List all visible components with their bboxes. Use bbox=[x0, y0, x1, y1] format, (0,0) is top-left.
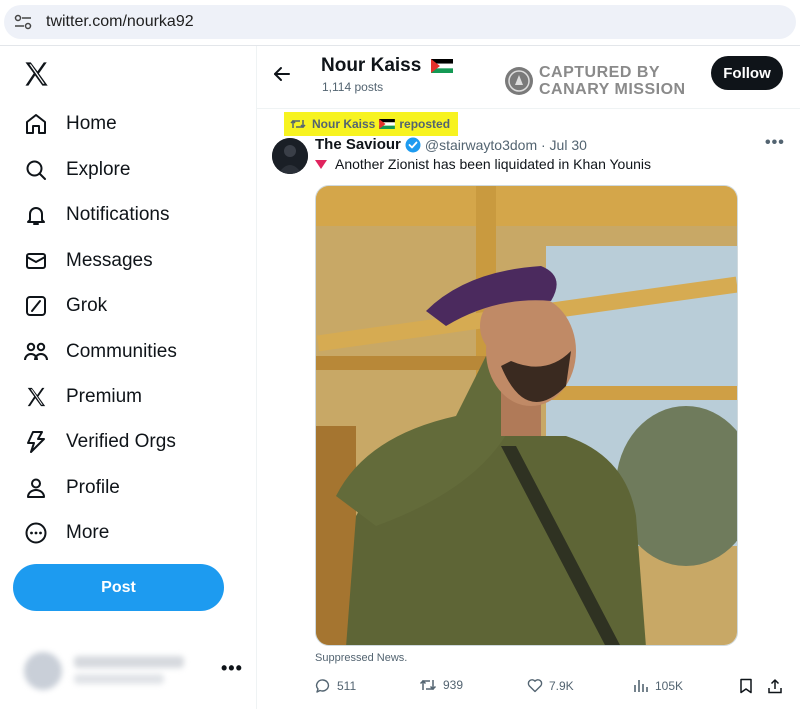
url-field[interactable]: twitter.com/nourka92 bbox=[4, 5, 796, 39]
lightning-icon bbox=[22, 428, 50, 456]
tweet-text-content: Another Zionist has been liquidated in K… bbox=[335, 156, 652, 172]
nav-premium-label: Premium bbox=[66, 386, 143, 407]
tweet-author-handle[interactable]: @stairwayto3dom · Jul 30 bbox=[425, 137, 587, 153]
reply-icon bbox=[315, 679, 330, 693]
nav-premium[interactable]: Premium bbox=[22, 377, 142, 417]
repost-user[interactable]: Nour Kaiss bbox=[312, 117, 375, 131]
views-count: 105K bbox=[655, 679, 684, 693]
tweet-more-icon[interactable]: ••• bbox=[765, 134, 785, 152]
bell-icon bbox=[22, 201, 50, 229]
post-button[interactable]: Post bbox=[13, 564, 224, 611]
tweet-actions: 511 939 7.9K 105K bbox=[315, 678, 785, 698]
follow-button[interactable]: Follow bbox=[711, 56, 783, 90]
nav-home-label: Home bbox=[66, 113, 117, 134]
account-switcher[interactable]: ••• bbox=[18, 650, 243, 694]
nav-grok[interactable]: Grok bbox=[22, 286, 107, 326]
nav-messages-label: Messages bbox=[66, 250, 153, 271]
back-arrow-icon[interactable] bbox=[272, 64, 292, 84]
nav-grok-label: Grok bbox=[66, 295, 108, 316]
site-settings-icon[interactable] bbox=[14, 14, 32, 30]
views-button[interactable]: 105K bbox=[633, 678, 683, 694]
main-column: Nour Kaiss 1,114 posts CAPTURED BY CANAR… bbox=[256, 46, 800, 709]
like-button[interactable]: 7.9K bbox=[527, 678, 574, 693]
nav-messages[interactable]: Messages bbox=[22, 241, 153, 281]
nav-explore[interactable]: Explore bbox=[22, 150, 130, 190]
profile-posts-count: 1,114 posts bbox=[322, 80, 384, 94]
nav-communities-label: Communities bbox=[66, 341, 177, 362]
more-circle-icon bbox=[22, 519, 50, 547]
bookmark-icon bbox=[740, 678, 752, 694]
repost-icon bbox=[419, 679, 437, 691]
share-icon bbox=[768, 679, 782, 694]
search-icon bbox=[22, 156, 50, 184]
url-text[interactable]: twitter.com/nourka92 bbox=[46, 13, 194, 31]
saluting-soldier-photo bbox=[316, 186, 737, 645]
nav-profile-label: Profile bbox=[66, 477, 120, 498]
nav-verified-orgs-label: Verified Orgs bbox=[66, 431, 176, 452]
browser-address-bar: twitter.com/nourka92 bbox=[0, 0, 800, 46]
heart-icon bbox=[527, 679, 543, 693]
nav-communities[interactable]: Communities bbox=[22, 332, 177, 372]
watermark-line-2: CANARY MISSION bbox=[539, 81, 686, 98]
share-button[interactable] bbox=[767, 678, 789, 694]
canary-logo-icon bbox=[505, 67, 533, 95]
bookmark-button[interactable] bbox=[739, 678, 759, 694]
account-name-blurred bbox=[74, 656, 184, 668]
palestine-flag-icon bbox=[430, 58, 453, 73]
grok-icon bbox=[22, 292, 50, 320]
repost-icon bbox=[290, 119, 306, 129]
profile-name: Nour Kaiss bbox=[321, 55, 422, 76]
tweet-author-avatar[interactable] bbox=[272, 138, 308, 174]
palestine-flag-icon bbox=[379, 119, 396, 129]
sidebar: Home Explore Notifications Messages Grok… bbox=[0, 46, 256, 709]
nav-more-label: More bbox=[66, 522, 110, 543]
nav-home[interactable]: Home bbox=[22, 104, 117, 144]
reply-count: 511 bbox=[337, 679, 357, 693]
nav-notifications-label: Notifications bbox=[66, 204, 170, 225]
repost-indicator: Nour Kaiss reposted bbox=[284, 112, 459, 136]
verified-badge-icon bbox=[405, 137, 421, 152]
tweet-author-name[interactable]: The Saviour bbox=[315, 136, 401, 153]
account-handle-blurred bbox=[74, 674, 164, 684]
canary-mission-watermark: CAPTURED BY CANARY MISSION bbox=[505, 64, 705, 98]
avatar bbox=[24, 652, 62, 690]
tweet-text: Another Zionist has been liquidated in K… bbox=[315, 156, 651, 172]
envelope-icon bbox=[22, 247, 50, 275]
x-logo-icon[interactable] bbox=[22, 60, 50, 88]
red-triangle-icon bbox=[315, 159, 327, 169]
views-icon bbox=[634, 680, 648, 692]
nav-profile[interactable]: Profile bbox=[22, 468, 120, 508]
nav-more[interactable]: More bbox=[22, 513, 109, 553]
person-icon bbox=[22, 474, 50, 502]
tweet-photo[interactable] bbox=[315, 185, 738, 646]
account-more-icon[interactable]: ••• bbox=[221, 658, 243, 679]
repost-button[interactable]: 939 bbox=[419, 678, 463, 692]
header-divider bbox=[257, 108, 800, 109]
like-count: 7.9K bbox=[549, 678, 574, 693]
watermark-line-1: CAPTURED BY bbox=[539, 64, 661, 81]
home-icon bbox=[22, 110, 50, 138]
reply-button[interactable]: 511 bbox=[315, 678, 356, 694]
nav-verified-orgs[interactable]: Verified Orgs bbox=[22, 422, 176, 462]
photo-caption: Suppressed News. bbox=[315, 652, 408, 664]
x-icon bbox=[22, 383, 50, 411]
nav-explore-label: Explore bbox=[66, 159, 131, 180]
people-icon bbox=[22, 338, 50, 366]
repost-suffix: reposted bbox=[399, 117, 451, 131]
nav-notifications[interactable]: Notifications bbox=[22, 195, 170, 235]
tweet-author: The Saviour @stairwayto3dom · Jul 30 bbox=[315, 136, 587, 153]
repost-count: 939 bbox=[443, 678, 464, 692]
profile-header-name: Nour Kaiss bbox=[321, 55, 453, 77]
